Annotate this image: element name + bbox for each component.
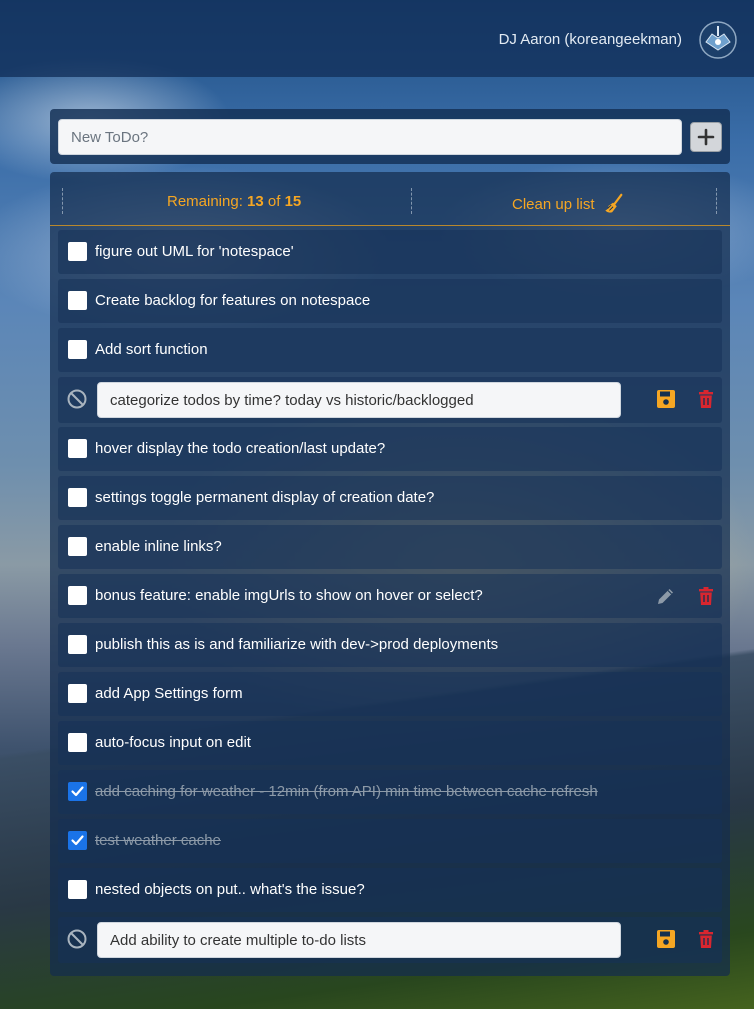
todo-checkbox[interactable] [68, 537, 87, 556]
remaining-counter: Remaining: 13 of 15 [167, 193, 301, 210]
new-todo-input[interactable] [58, 119, 682, 155]
todo-row-editing [58, 377, 722, 423]
trash-icon[interactable] [696, 929, 716, 949]
todo-row: enable inline links? [58, 525, 722, 569]
cancel-edit-icon[interactable] [66, 388, 88, 410]
todo-checkbox[interactable] [68, 635, 87, 654]
todo-checkbox[interactable] [68, 488, 87, 507]
todo-checkbox-checked[interactable] [68, 831, 87, 850]
broom-icon [604, 193, 622, 213]
todo-text[interactable]: add App Settings form [95, 685, 243, 702]
todo-checkbox[interactable] [68, 291, 87, 310]
todo-text[interactable]: Create backlog for features on notespace [95, 292, 370, 309]
save-icon[interactable] [656, 929, 676, 949]
cancel-edit-icon[interactable] [66, 928, 88, 950]
todo-text[interactable]: figure out UML for 'notespace' [95, 243, 294, 260]
todo-row: add App Settings form [58, 672, 722, 716]
todo-row-done: test weather cache [58, 819, 722, 863]
save-icon[interactable] [656, 389, 676, 409]
edit-todo-input[interactable] [97, 922, 621, 958]
plus-icon [697, 128, 715, 146]
todo-list-panel: Remaining: 13 of 15 Clean up list figure… [50, 172, 730, 976]
checkmark-icon [71, 835, 84, 846]
divider [411, 188, 412, 214]
todo-text[interactable]: enable inline links? [95, 538, 222, 555]
todo-row: Add sort function [58, 328, 722, 372]
todo-row: auto-focus input on edit [58, 721, 722, 765]
todo-checkbox[interactable] [68, 586, 87, 605]
list-header: Remaining: 13 of 15 Clean up list [50, 172, 730, 226]
todo-text[interactable]: auto-focus input on edit [95, 734, 251, 751]
edit-todo-input[interactable] [97, 382, 621, 418]
remaining-label: Remaining: [167, 193, 243, 210]
new-todo-form [50, 109, 730, 164]
todo-checkbox[interactable] [68, 684, 87, 703]
todo-checkbox[interactable] [68, 880, 87, 899]
todo-text[interactable]: Add sort function [95, 341, 208, 358]
todo-text[interactable]: test weather cache [95, 832, 221, 849]
todo-checkbox[interactable] [68, 439, 87, 458]
remaining-count: 13 [247, 193, 264, 210]
add-todo-button[interactable] [690, 122, 722, 152]
todo-text[interactable]: hover display the todo creation/last upd… [95, 440, 385, 457]
todo-checkbox-checked[interactable] [68, 782, 87, 801]
todo-row: nested objects on put.. what's the issue… [58, 868, 722, 912]
user-name: DJ Aaron (koreangeekman) [498, 31, 682, 48]
total-count: 15 [284, 193, 302, 210]
avatar[interactable] [698, 20, 738, 60]
trash-icon[interactable] [696, 586, 716, 606]
todo-checkbox[interactable] [68, 242, 87, 261]
todo-row-hovered: bonus feature: enable imgUrls to show on… [58, 574, 722, 618]
todo-text[interactable]: publish this as is and familiarize with … [95, 636, 498, 653]
divider [716, 188, 717, 214]
todo-row: hover display the todo creation/last upd… [58, 427, 722, 471]
cleanup-label: Clean up list [512, 195, 595, 213]
divider [62, 188, 63, 214]
todo-row: figure out UML for 'notespace' [58, 230, 722, 274]
cleanup-button[interactable]: Clean up list [512, 193, 625, 215]
top-bar: DJ Aaron (koreangeekman) [0, 0, 754, 77]
todo-text[interactable]: bonus feature: enable imgUrls to show on… [95, 587, 483, 604]
todo-text[interactable]: add caching for weather - 12min (from AP… [95, 783, 598, 800]
todo-text[interactable]: settings toggle permanent display of cre… [95, 489, 434, 506]
todo-checkbox[interactable] [68, 733, 87, 752]
todo-text[interactable]: nested objects on put.. what's the issue… [95, 881, 365, 898]
trash-icon[interactable] [696, 389, 716, 409]
todo-row: Create backlog for features on notespace [58, 279, 722, 323]
todo-checkbox[interactable] [68, 340, 87, 359]
avatar-icon [699, 21, 737, 59]
todo-row: publish this as is and familiarize with … [58, 623, 722, 667]
todo-row-done: add caching for weather - 12min (from AP… [58, 770, 722, 814]
pencil-icon[interactable] [656, 586, 676, 606]
of-label: of [267, 193, 281, 210]
todo-row-editing [58, 917, 722, 963]
todo-row: settings toggle permanent display of cre… [58, 476, 722, 520]
checkmark-icon [71, 786, 84, 797]
